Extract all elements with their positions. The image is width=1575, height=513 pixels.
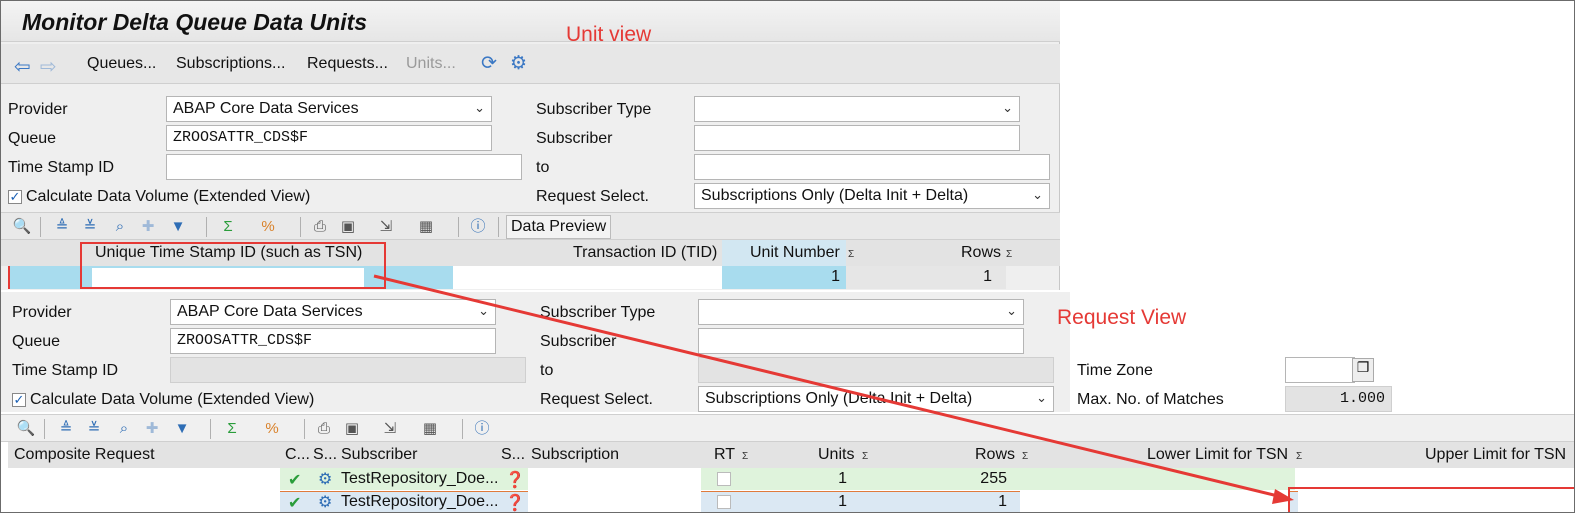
- annotation-arrow: [373, 274, 1294, 504]
- arrow-line: [373, 274, 1283, 499]
- arrow-head: [1272, 489, 1294, 504]
